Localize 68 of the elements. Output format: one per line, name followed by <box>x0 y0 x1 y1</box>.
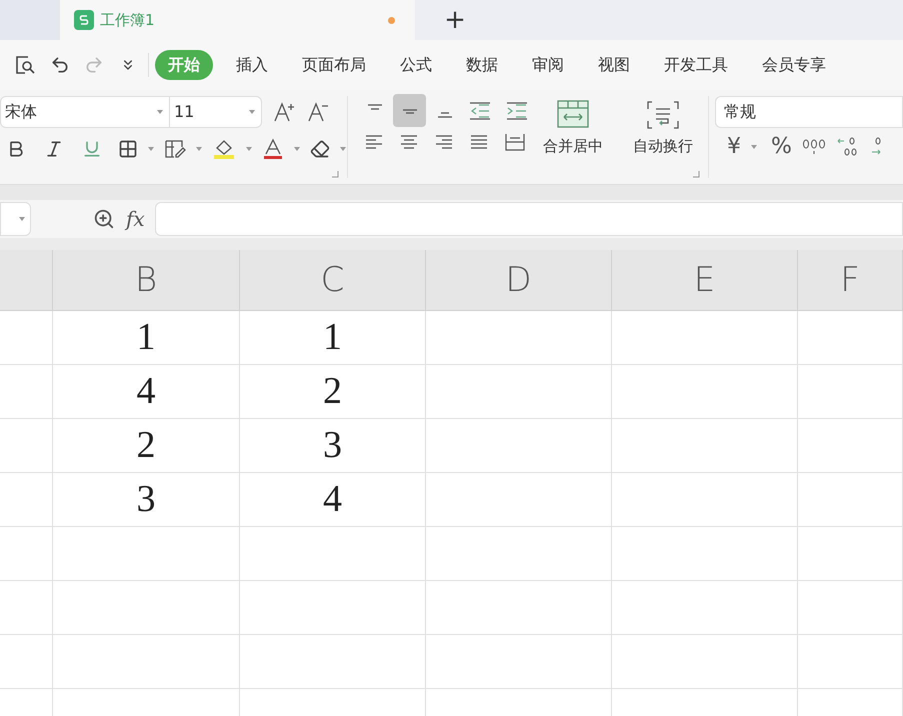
caret-icon[interactable] <box>340 147 346 151</box>
caret-icon[interactable] <box>249 110 255 114</box>
caret-icon[interactable] <box>148 147 154 151</box>
align-right-icon[interactable] <box>434 133 454 151</box>
percent-button[interactable]: % <box>771 136 792 158</box>
column-header[interactable]: B <box>53 250 240 311</box>
cell-value: 3 <box>136 477 156 522</box>
cell-value: 1 <box>323 315 342 360</box>
font-size-dropdown[interactable]: 11 <box>170 96 262 128</box>
distribute-icon[interactable] <box>504 133 526 151</box>
menu-tab[interactable]: 插入 <box>225 53 279 77</box>
menu-tab[interactable]: 页面布局 <box>291 53 377 77</box>
number-format-dropdown[interactable]: 常规 <box>715 96 903 128</box>
column-header[interactable]: C <box>240 250 426 311</box>
eraser-icon[interactable] <box>310 139 330 159</box>
menu-tab[interactable]: 开发工具 <box>653 53 739 77</box>
font-color-icon[interactable] <box>262 138 284 160</box>
dialog-launcher-icon[interactable] <box>693 171 700 178</box>
dialog-launcher-icon[interactable] <box>332 171 339 178</box>
cell-value: 2 <box>136 423 156 468</box>
caret-icon[interactable] <box>751 145 757 149</box>
caret-icon[interactable] <box>294 147 300 151</box>
undo-icon[interactable] <box>50 55 70 75</box>
cell-value: 3 <box>323 423 342 468</box>
decrease-font-icon[interactable] <box>307 101 331 123</box>
vertical-align-button[interactable] <box>393 94 426 127</box>
cell-value: 4 <box>323 477 342 522</box>
zoom-icon[interactable] <box>93 208 115 230</box>
cell-value: 1 <box>136 315 156 360</box>
table-cell <box>0 635 53 689</box>
print-preview-icon[interactable] <box>14 54 36 76</box>
column-header[interactable]: D <box>426 250 612 311</box>
table-cell <box>0 581 53 635</box>
caret-icon[interactable] <box>246 147 252 151</box>
caret-icon[interactable] <box>157 110 163 114</box>
caret-icon[interactable] <box>19 217 25 221</box>
function-icon[interactable]: fx <box>126 204 145 234</box>
spreadsheet-logo-icon <box>74 10 94 30</box>
menu-tab[interactable]: 公式 <box>389 53 443 77</box>
new-tab-button[interactable]: + <box>435 0 475 40</box>
tab-title: 工作簿1 <box>100 10 155 31</box>
column-header[interactable]: E <box>612 250 798 311</box>
increase-indent-icon[interactable] <box>506 102 528 120</box>
menu-tab[interactable]: 会员专享 <box>751 53 837 77</box>
formula-input-field[interactable] <box>154 202 903 236</box>
column-header[interactable]: F <box>798 250 903 311</box>
align-left-icon[interactable] <box>364 133 384 151</box>
cell-style-icon[interactable] <box>164 139 186 159</box>
merge-center-button[interactable]: 合并居中 <box>543 135 603 158</box>
cell-value: 2 <box>323 369 342 414</box>
menu-tab[interactable]: 视图 <box>587 53 641 77</box>
menu-tab[interactable]: 数据 <box>455 53 509 77</box>
justify-icon[interactable] <box>469 133 489 151</box>
currency-button[interactable]: ¥ <box>727 136 741 158</box>
menu-tab[interactable]: 审阅 <box>521 53 575 77</box>
merge-cells-icon[interactable] <box>557 100 589 128</box>
border-icon[interactable] <box>118 139 138 159</box>
wrap-text-icon[interactable] <box>646 100 680 130</box>
fill-color-icon[interactable] <box>212 138 236 160</box>
increase-font-icon[interactable] <box>273 101 297 123</box>
table-cell <box>0 527 53 581</box>
font-name-dropdown[interactable]: 宋体 <box>0 96 170 128</box>
wrap-text-button[interactable]: 自动换行 <box>633 135 693 158</box>
thousands-separator-icon[interactable] <box>802 138 826 156</box>
decrease-indent-icon[interactable] <box>469 102 491 120</box>
caret-icon[interactable] <box>196 147 202 151</box>
cell-value: 4 <box>136 369 156 414</box>
align-center-icon[interactable] <box>399 133 419 151</box>
